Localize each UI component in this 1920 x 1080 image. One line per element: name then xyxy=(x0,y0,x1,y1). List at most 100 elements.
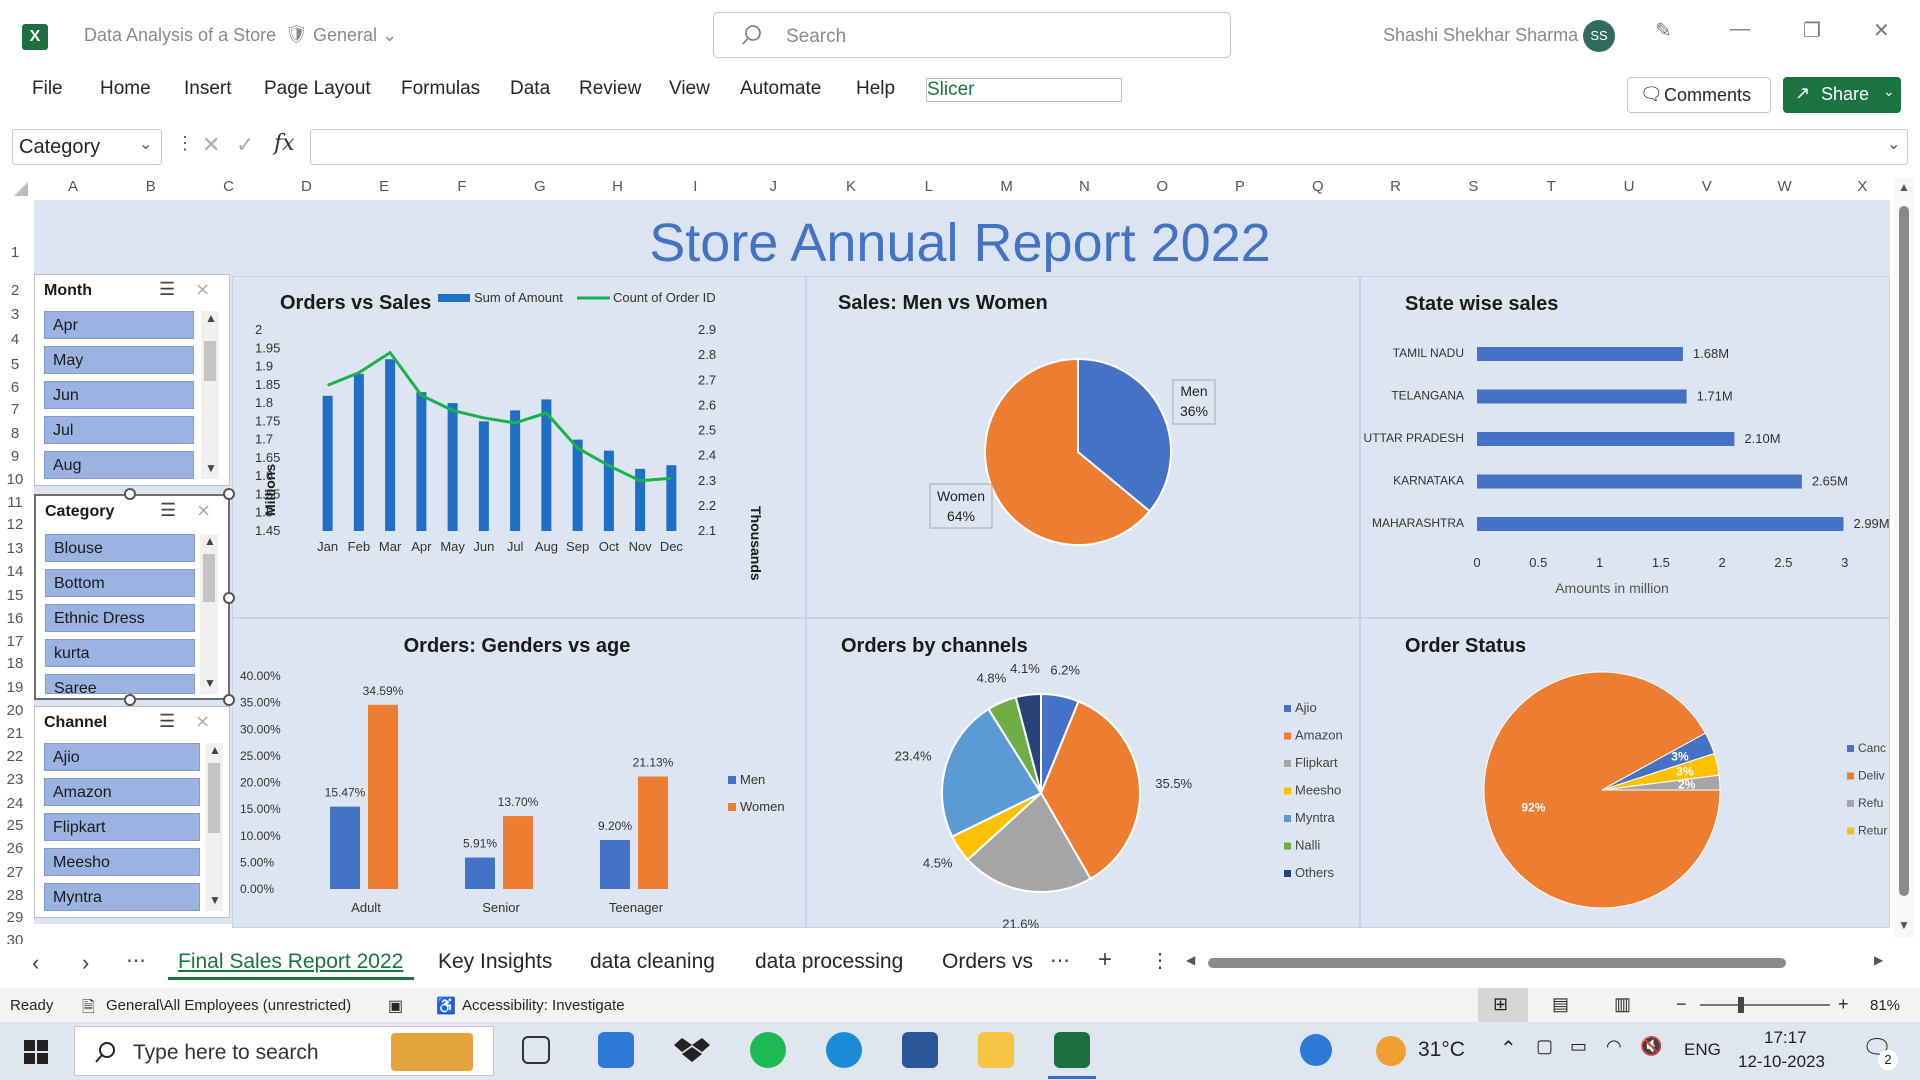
resize-handle[interactable] xyxy=(124,694,136,706)
more-sheets-icon[interactable]: ⋯ xyxy=(1050,948,1070,973)
zoom-level[interactable]: 81% xyxy=(1870,997,1900,1014)
column-header[interactable]: D xyxy=(267,178,345,200)
column-header[interactable]: V xyxy=(1668,178,1746,200)
tab-insert[interactable]: Insert xyxy=(184,78,232,100)
column-header[interactable]: M xyxy=(968,178,1046,200)
sensitivity-status[interactable]: General\All Employees (unrestricted) xyxy=(106,997,351,1014)
enter-icon[interactable]: ✓ xyxy=(236,132,254,158)
comments-button[interactable]: 🗨 Comments xyxy=(1627,77,1771,113)
row-header[interactable]: 14 xyxy=(0,563,30,580)
channel-slicer[interactable]: Channel ☰ ⨯ Ajio Amazon Flipkart Meesho … xyxy=(34,706,230,918)
function-icon[interactable]: fx xyxy=(274,131,295,156)
slicer-scrollbar[interactable]: ▲ ▼ xyxy=(205,743,223,911)
row-header[interactable]: 29 xyxy=(0,909,30,926)
share-button[interactable]: ↗ Share ⌄ xyxy=(1783,77,1901,113)
row-header[interactable]: 21 xyxy=(0,725,30,742)
excel-taskbar-icon[interactable] xyxy=(1054,1032,1090,1068)
tab-file[interactable]: File xyxy=(32,78,63,100)
bar-amount[interactable] xyxy=(322,395,333,531)
resize-handle[interactable] xyxy=(124,488,136,500)
clock-date[interactable]: 12-10-2023 xyxy=(1738,1052,1825,1072)
clock-time[interactable]: 17:17 xyxy=(1764,1028,1807,1048)
row-header[interactable]: 28 xyxy=(0,887,30,904)
minimize-icon[interactable]: — xyxy=(1730,18,1750,41)
row-header[interactable]: 20 xyxy=(0,702,30,719)
slicer-item[interactable]: Ethnic Dress xyxy=(45,604,195,632)
slicer-item[interactable]: kurta xyxy=(45,639,195,667)
bar-women[interactable] xyxy=(368,704,398,889)
bar-amount[interactable] xyxy=(541,399,552,531)
bar-men[interactable] xyxy=(330,806,360,889)
next-sheet-icon[interactable]: › xyxy=(82,950,89,976)
bar-women[interactable] xyxy=(638,776,668,889)
chevron-down-icon[interactable]: ⌄ xyxy=(1887,134,1900,154)
clear-filter-icon[interactable]: ⨯ xyxy=(196,500,211,521)
language[interactable]: ENG xyxy=(1684,1040,1721,1060)
tab-review[interactable]: Review xyxy=(579,78,641,100)
resize-handle[interactable] xyxy=(223,592,235,604)
column-header[interactable]: F xyxy=(423,178,501,200)
scroll-thumb[interactable] xyxy=(203,554,215,602)
search-box[interactable]: Search xyxy=(713,12,1231,58)
network-icon[interactable]: ▢ xyxy=(1536,1036,1553,1057)
multi-select-icon[interactable]: ☰ xyxy=(159,279,175,300)
state-bar[interactable] xyxy=(1477,432,1735,446)
task-view-icon[interactable] xyxy=(522,1036,550,1064)
tab-data-cleaning[interactable]: data cleaning xyxy=(590,950,715,974)
tab-orders-vs[interactable]: Orders vs xyxy=(942,950,1033,974)
file-explorer-icon[interactable] xyxy=(978,1032,1014,1068)
scroll-thumb[interactable] xyxy=(1899,206,1909,896)
slicer-item[interactable]: Apr xyxy=(44,311,194,339)
slicer-item[interactable]: Saree xyxy=(45,674,195,694)
resize-handle[interactable] xyxy=(223,488,235,500)
bar-men[interactable] xyxy=(600,840,630,889)
row-header[interactable]: 13 xyxy=(0,540,30,557)
zoom-slider-thumb[interactable] xyxy=(1738,997,1744,1013)
normal-view-button[interactable]: ⊞ xyxy=(1478,988,1528,1022)
slicer-item[interactable]: Jul xyxy=(44,416,194,444)
select-all-icon[interactable] xyxy=(14,182,28,196)
scroll-right-icon[interactable]: ▶ xyxy=(1874,953,1883,967)
zoom-slider[interactable] xyxy=(1700,1004,1830,1006)
column-header[interactable]: U xyxy=(1590,178,1668,200)
bar-amount[interactable] xyxy=(666,465,677,531)
wifi-icon[interactable]: ◠ xyxy=(1606,1036,1622,1057)
column-header[interactable]: S xyxy=(1434,178,1512,200)
temperature[interactable]: 31°C xyxy=(1418,1038,1465,1062)
document-title[interactable]: Data Analysis of a Store xyxy=(84,25,276,46)
spotify-icon[interactable] xyxy=(750,1032,786,1068)
row-header[interactable]: 27 xyxy=(0,864,30,881)
row-header[interactable]: 10 xyxy=(0,471,30,488)
tab-data-processing[interactable]: data processing xyxy=(755,950,903,974)
scroll-up-icon[interactable]: ▲ xyxy=(205,311,217,325)
scroll-thumb[interactable] xyxy=(208,763,220,833)
slicer-item[interactable]: Amazon xyxy=(44,778,200,806)
scroll-left-icon[interactable]: ◀ xyxy=(1186,953,1195,967)
column-header[interactable]: A xyxy=(34,178,112,200)
name-box[interactable]: Category ⌄ xyxy=(12,129,162,165)
zoom-in-icon[interactable]: + xyxy=(1838,994,1849,1015)
bar-amount[interactable] xyxy=(572,439,583,531)
restore-icon[interactable]: ❐ xyxy=(1803,18,1821,43)
row-header[interactable]: 12 xyxy=(0,516,30,533)
row-header[interactable]: 3 xyxy=(0,306,30,323)
tab-slicer[interactable]: Slicer xyxy=(926,78,1122,102)
clear-filter-icon[interactable]: ⨯ xyxy=(195,279,210,300)
column-header[interactable]: T xyxy=(1512,178,1590,200)
column-header[interactable]: E xyxy=(345,178,423,200)
category-slicer[interactable]: Category ☰ ⨯ Blouse Bottom Ethnic Dress … xyxy=(34,494,230,700)
tab-view[interactable]: View xyxy=(669,78,710,100)
weather-icon[interactable] xyxy=(1376,1036,1406,1066)
slicer-item[interactable]: Bottom xyxy=(45,569,195,597)
slicer-item[interactable]: Meesho xyxy=(44,848,200,876)
scroll-thumb[interactable] xyxy=(1208,958,1786,968)
column-header[interactable]: P xyxy=(1201,178,1279,200)
column-header[interactable]: I xyxy=(656,178,734,200)
column-header[interactable]: R xyxy=(1357,178,1435,200)
state-bar[interactable] xyxy=(1477,347,1683,361)
column-header[interactable]: O xyxy=(1123,178,1201,200)
chevron-up-icon[interactable]: ⌃ xyxy=(1500,1036,1517,1061)
row-header[interactable]: 16 xyxy=(0,610,30,627)
row-header[interactable]: 9 xyxy=(0,448,30,465)
row-header[interactable]: 11 xyxy=(0,494,30,511)
